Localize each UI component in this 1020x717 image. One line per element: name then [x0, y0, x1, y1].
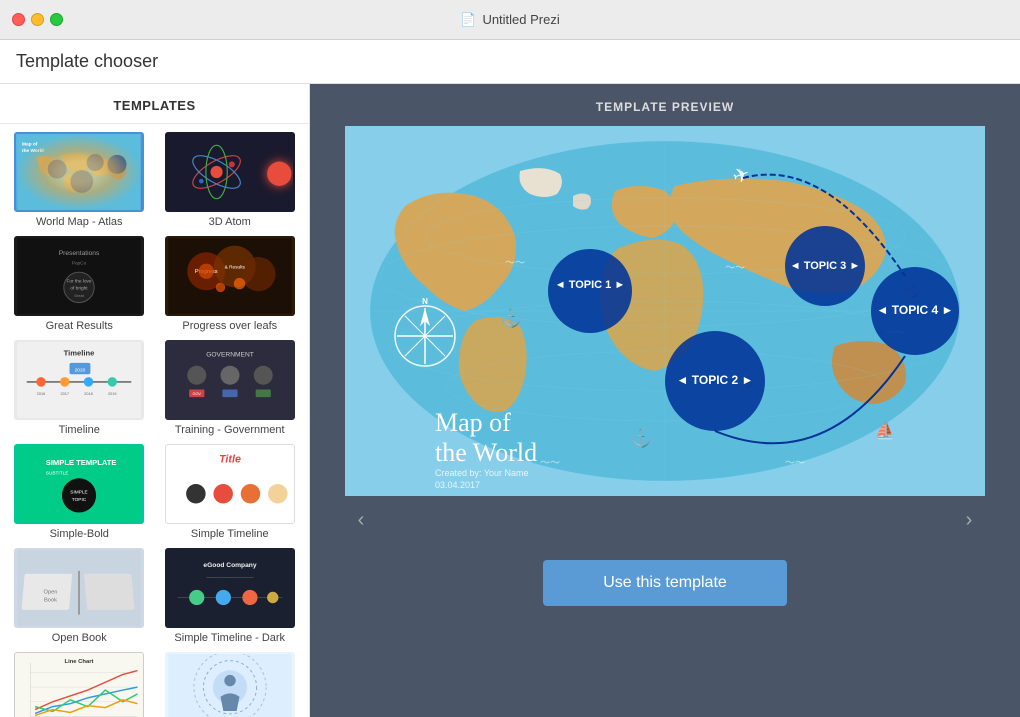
svg-text:SIMPLE: SIMPLE: [71, 490, 88, 496]
template-item-line-chart[interactable]: Line Chart Line Chart: [8, 652, 151, 717]
svg-text:2020: 2020: [75, 367, 86, 373]
preview-header: TEMPLATE PREVIEW: [310, 84, 1020, 126]
template-label-timeline: Timeline: [59, 424, 100, 436]
svg-text:Presentations: Presentations: [59, 250, 100, 257]
svg-text:the World: the World: [435, 438, 537, 467]
preview-canvas: N Map of the World Created by: Your Name…: [345, 126, 985, 496]
template-item-simple-bold[interactable]: SIMPLE TEMPLATE SUBTITLE SIMPLE TOPIC Si…: [8, 444, 151, 540]
template-label-progress: Progress over leafs: [182, 320, 277, 332]
template-label-great-results: Great Results: [46, 320, 113, 332]
template-thumb-future: [165, 652, 295, 717]
template-label-simple-timeline: Simple Timeline: [191, 528, 269, 540]
template-thumb-progress: Progress & Results: [165, 236, 295, 316]
svg-text:N: N: [422, 297, 428, 306]
svg-text:2017: 2017: [61, 392, 69, 396]
template-label-3d-atom: 3D Atom: [209, 216, 251, 228]
template-item-progress[interactable]: Progress & Results Progress over leafs: [159, 236, 302, 332]
template-thumb-simple-timeline-dark: eGood Company ──────────────: [165, 548, 295, 628]
svg-text:Created by: Your Name: Created by: Your Name: [435, 468, 529, 478]
template-label-open-book: Open Book: [52, 632, 107, 644]
template-item-training-gov[interactable]: GOV GOVERNMENT Training - Government: [159, 340, 302, 436]
close-button[interactable]: [12, 13, 25, 26]
svg-text:──────────────: ──────────────: [205, 576, 254, 581]
svg-text:2018: 2018: [85, 392, 93, 396]
window-title-text: Untitled Prezi: [482, 12, 559, 27]
svg-text:Map of: Map of: [22, 141, 38, 147]
templates-header: TEMPLATES: [0, 84, 309, 124]
svg-text:& Results: & Results: [224, 264, 245, 270]
template-item-open-book[interactable]: Open Book Open Book: [8, 548, 151, 644]
svg-text:⚓: ⚓: [630, 427, 652, 448]
template-thumb-simple-bold: SIMPLE TEMPLATE SUBTITLE SIMPLE TOPIC: [14, 444, 144, 524]
template-label-world-map: World Map - Atlas: [36, 216, 123, 228]
template-item-3d-atom[interactable]: 3D Atom: [159, 132, 302, 228]
svg-text:For the love: For the love: [67, 279, 92, 285]
svg-text:SIMPLE TEMPLATE: SIMPLE TEMPLATE: [46, 458, 117, 467]
svg-text:〜〜: 〜〜: [785, 458, 805, 469]
svg-text:Open: Open: [44, 590, 58, 596]
svg-text:the World: the World: [22, 148, 44, 154]
svg-text:SUBTITLE: SUBTITLE: [46, 471, 69, 477]
svg-text:◄ TOPIC 2 ►: ◄ TOPIC 2 ►: [677, 373, 754, 387]
maximize-button[interactable]: [50, 13, 63, 26]
svg-text:03.04.2017: 03.04.2017: [435, 480, 480, 490]
template-label-simple-timeline-dark: Simple Timeline - Dark: [174, 632, 285, 644]
svg-text:Great: Great: [75, 294, 85, 298]
traffic-lights: [12, 13, 63, 26]
template-thumb-training: GOV GOVERNMENT: [165, 340, 295, 420]
window-title: 📄 Untitled Prezi: [460, 12, 560, 28]
template-item-timeline[interactable]: Timeline 2020 2016 2017 2018 2019: [8, 340, 151, 436]
template-thumb-open-book: Open Book: [14, 548, 144, 628]
svg-text:◄ TOPIC 4 ►: ◄ TOPIC 4 ►: [877, 303, 954, 317]
svg-text:◄ TOPIC 3 ►: ◄ TOPIC 3 ►: [790, 260, 860, 272]
svg-text:Title: Title: [219, 454, 241, 466]
template-thumb-world-map: Map of the World: [14, 132, 144, 212]
template-thumb-line-chart: Line Chart: [14, 652, 144, 717]
next-arrow[interactable]: ›: [953, 504, 985, 536]
template-item-simple-timeline-dark[interactable]: eGood Company ────────────── Simple Time…: [159, 548, 302, 644]
map-preview-svg: N Map of the World Created by: Your Name…: [345, 126, 985, 496]
template-thumb-3d-atom: [165, 132, 295, 212]
template-item-world-map[interactable]: Map of the World World Map - Atlas: [8, 132, 151, 228]
svg-text:Timeline: Timeline: [64, 348, 95, 357]
svg-text:PopCo: PopCo: [72, 261, 87, 267]
template-thumb-great-results: Presentations PopCo For the love of brig…: [14, 236, 144, 316]
svg-text:2016: 2016: [37, 392, 45, 396]
template-grid: Map of the World World Map - Atlas: [0, 124, 309, 717]
template-thumb-timeline: Timeline 2020 2016 2017 2018 2019: [14, 340, 144, 420]
svg-text:Map of: Map of: [435, 408, 511, 437]
preview-nav: ‹ ›: [345, 496, 985, 544]
svg-text:2019: 2019: [108, 392, 116, 396]
svg-text:〜〜: 〜〜: [540, 458, 560, 469]
svg-text:〜〜: 〜〜: [725, 263, 745, 274]
svg-text:⛵: ⛵: [875, 421, 895, 440]
minimize-button[interactable]: [31, 13, 44, 26]
svg-text:◄ TOPIC 1 ►: ◄ TOPIC 1 ►: [555, 279, 625, 291]
svg-text:GOV: GOV: [192, 392, 201, 396]
document-icon: 📄: [460, 12, 476, 28]
main-layout: TEMPLATES: [0, 84, 1020, 717]
use-template-button[interactable]: Use this template: [543, 560, 787, 606]
template-thumb-simple-timeline: Title: [165, 444, 295, 524]
template-label-simple-bold: Simple-Bold: [50, 528, 109, 540]
svg-text:TOPIC: TOPIC: [72, 497, 87, 503]
template-item-simple-timeline[interactable]: Title Simple Timeline: [159, 444, 302, 540]
template-label-training-gov: Training - Government: [175, 424, 285, 436]
svg-text:Line Chart: Line Chart: [65, 659, 94, 665]
preview-pane: TEMPLATE PREVIEW: [310, 84, 1020, 717]
svg-text:⚓: ⚓: [500, 307, 522, 328]
template-item-great-results[interactable]: Presentations PopCo For the love of brig…: [8, 236, 151, 332]
svg-text:Book: Book: [44, 597, 57, 603]
svg-text:GOVERNMENT: GOVERNMENT: [206, 351, 254, 358]
prev-arrow[interactable]: ‹: [345, 504, 377, 536]
app-title: Template chooser: [16, 51, 158, 72]
svg-text:〜〜: 〜〜: [505, 258, 525, 269]
svg-text:of bright: of bright: [71, 285, 89, 291]
app-header: Template chooser: [0, 40, 1020, 84]
svg-text:eGood Company: eGood Company: [203, 562, 256, 569]
template-item-future[interactable]: Future: [159, 652, 302, 717]
title-bar: 📄 Untitled Prezi: [0, 0, 1020, 40]
sidebar: TEMPLATES: [0, 84, 310, 717]
